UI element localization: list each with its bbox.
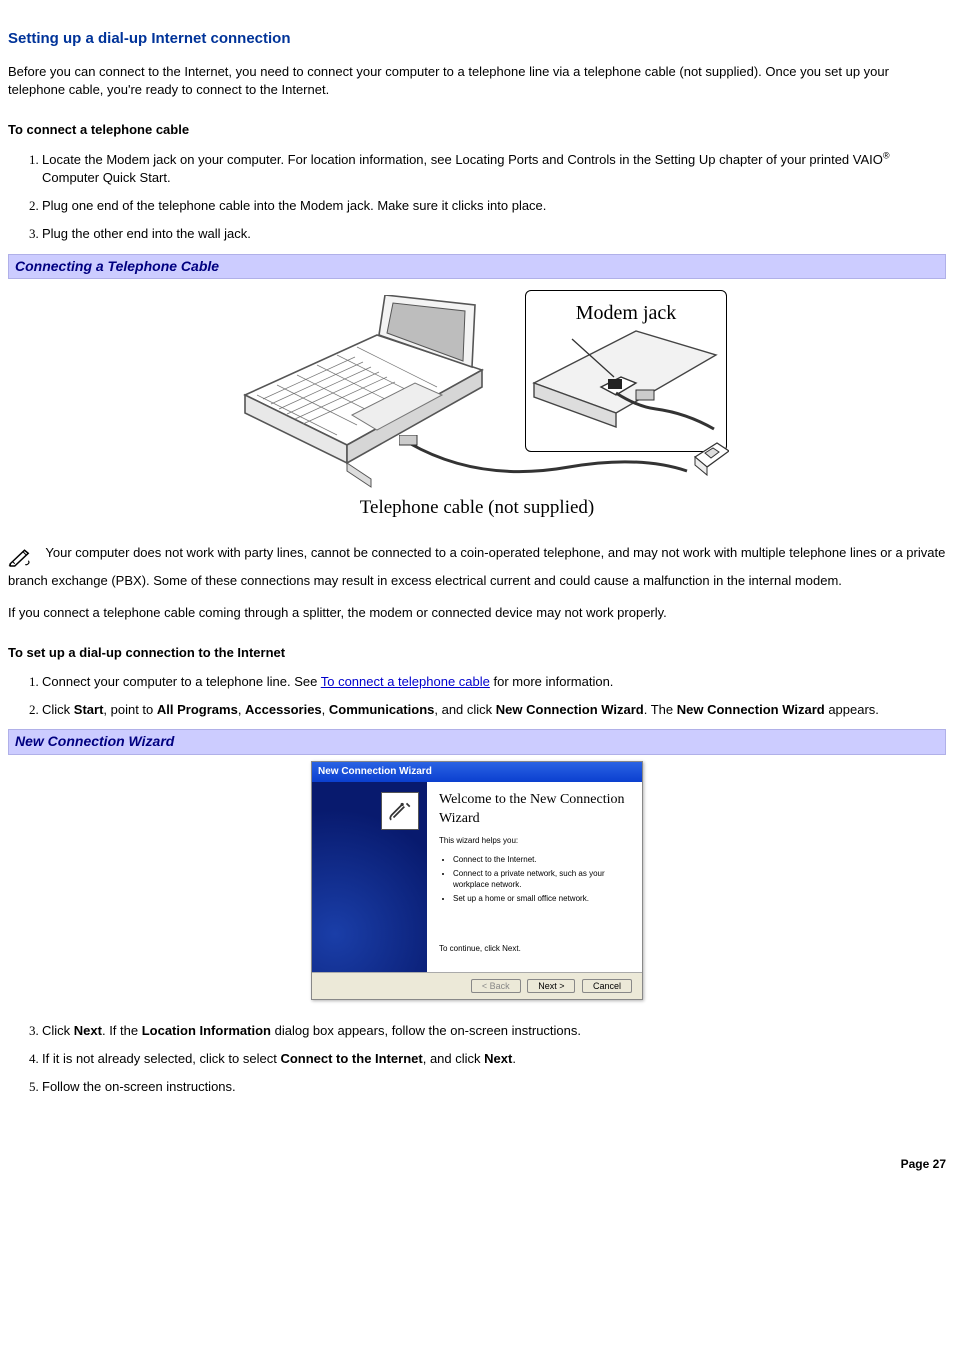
bold: New Connection Wizard: [677, 702, 825, 717]
list-item: If it is not already selected, click to …: [42, 1050, 946, 1068]
wizard-back-button[interactable]: < Back: [471, 979, 521, 993]
text: If it is not already selected, click to …: [42, 1051, 280, 1066]
wizard-cancel-button[interactable]: Cancel: [582, 979, 632, 993]
connect-cable-heading: To connect a telephone cable: [8, 121, 946, 139]
note-icon: [8, 547, 32, 572]
bold: Next: [74, 1023, 102, 1038]
list-item: Connect your computer to a telephone lin…: [42, 673, 946, 691]
list-item: Plug one end of the telephone cable into…: [42, 197, 946, 215]
wizard-window: New Connection Wizard Welcome to the New…: [311, 761, 643, 1000]
section-title: Setting up a dial-up Internet connection: [8, 28, 946, 49]
list-item: Locate the Modem jack on your computer. …: [42, 150, 946, 188]
wizard-sidebar-graphic: [312, 782, 427, 972]
wizard-bullet: Set up a home or small office network.: [453, 893, 630, 904]
wizard-subtext: This wizard helps you:: [439, 835, 630, 846]
bold: Communications: [329, 702, 434, 717]
page-number: Page 27: [8, 1156, 946, 1173]
dialup-steps-a: Connect your computer to a telephone lin…: [8, 673, 946, 719]
text: Connect your computer to a telephone lin…: [42, 674, 321, 689]
bold: Accessories: [245, 702, 322, 717]
modem-jack-label: Modem jack: [526, 291, 726, 327]
text: , and click: [434, 702, 495, 717]
text: Plug one end of the telephone cable into…: [42, 198, 546, 213]
splitter-paragraph: If you connect a telephone cable coming …: [8, 604, 946, 622]
text: Locate the Modem jack on your computer. …: [42, 152, 883, 167]
modem-jack-icon: [526, 327, 726, 447]
text: ,: [238, 702, 245, 717]
text: , point to: [103, 702, 156, 717]
wizard-bullet: Connect to a private network, such as yo…: [453, 868, 630, 890]
bold: All Programs: [157, 702, 238, 717]
intro-paragraph: Before you can connect to the Internet, …: [8, 63, 946, 99]
figure-2: New Connection Wizard Welcome to the New…: [8, 761, 946, 1000]
wizard-bullet: Connect to the Internet.: [453, 854, 630, 865]
text: . The: [644, 702, 677, 717]
link-connect-cable[interactable]: To connect a telephone cable: [321, 674, 490, 689]
text: ,: [322, 702, 329, 717]
wizard-continue-text: To continue, click Next.: [439, 943, 630, 954]
list-item: Plug the other end into the wall jack.: [42, 225, 946, 243]
bold: Connect to the Internet: [280, 1051, 422, 1066]
text: dialog box appears, follow the on-screen…: [271, 1023, 581, 1038]
bold: Next: [484, 1051, 512, 1066]
list-item: Click Start, point to All Programs, Acce…: [42, 701, 946, 719]
text: Plug the other end into the wall jack.: [42, 226, 251, 241]
text: Follow the on-screen instructions.: [42, 1079, 236, 1094]
note-paragraph: Your computer does not work with party l…: [8, 544, 946, 590]
list-item: Follow the on-screen instructions.: [42, 1078, 946, 1096]
wizard-globe-icon: [381, 792, 419, 830]
text: Click: [42, 702, 74, 717]
text: Click: [42, 1023, 74, 1038]
text: . If the: [102, 1023, 142, 1038]
cable-to-wall-icon: [399, 435, 729, 495]
callout-box: Modem jack: [525, 290, 727, 452]
text: appears.: [825, 702, 879, 717]
wizard-next-button[interactable]: Next >: [527, 979, 575, 993]
list-item: Click Next. If the Location Information …: [42, 1022, 946, 1040]
text: for more information.: [490, 674, 614, 689]
text: , and click: [423, 1051, 484, 1066]
note-text: Your computer does not work with party l…: [8, 545, 945, 588]
figure-banner-1: Connecting a Telephone Cable: [8, 254, 946, 280]
dialup-heading: To set up a dial-up connection to the In…: [8, 644, 946, 662]
text: Computer Quick Start.: [42, 170, 171, 185]
bold: Location Information: [142, 1023, 271, 1038]
dialup-steps-b: Click Next. If the Location Information …: [8, 1022, 946, 1097]
connect-cable-steps: Locate the Modem jack on your computer. …: [8, 150, 946, 244]
figure-1: Modem jack Telephone cable (not supplied…: [8, 285, 946, 522]
bold: Start: [74, 702, 104, 717]
text: .: [512, 1051, 516, 1066]
wizard-titlebar: New Connection Wizard: [312, 762, 642, 782]
wizard-bullet-list: Connect to the Internet. Connect to a pr…: [439, 854, 630, 905]
wizard-heading: Welcome to the New Connection Wizard: [439, 790, 630, 829]
figure-caption: Telephone cable (not supplied): [227, 495, 727, 522]
bold: New Connection Wizard: [496, 702, 644, 717]
figure-banner-2: New Connection Wizard: [8, 729, 946, 755]
registered-mark: ®: [883, 151, 890, 161]
